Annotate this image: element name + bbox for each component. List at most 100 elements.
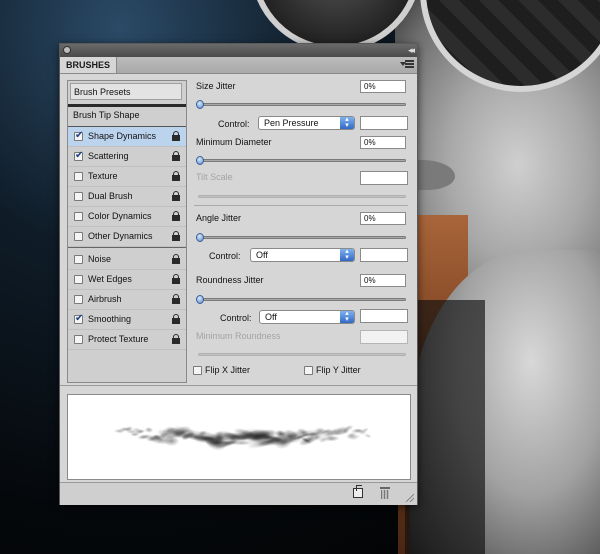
option-checkbox[interactable] (74, 212, 83, 221)
size-control-label: Control: (218, 119, 250, 129)
tilt-scale-slider (198, 195, 406, 198)
option-label: Airbrush (88, 294, 122, 304)
option-checkbox[interactable] (74, 275, 83, 284)
option-checkbox[interactable] (74, 130, 83, 141)
min-diameter-field[interactable]: 0% (360, 136, 406, 149)
slider-knob[interactable] (196, 295, 204, 304)
divider (60, 385, 417, 386)
option-label: Scattering (88, 151, 129, 161)
flip-y-checkbox[interactable] (304, 366, 313, 375)
brush-stroke-preview (67, 394, 411, 480)
min-diameter-label: Minimum Diameter (196, 137, 272, 147)
option-label: Noise (88, 254, 112, 264)
option-checkbox[interactable] (74, 150, 83, 161)
option-checkbox[interactable] (74, 313, 83, 324)
option-label: Shape Dynamics (88, 131, 157, 141)
lock-icon[interactable] (171, 151, 181, 162)
option-label: Protect Texture (88, 334, 149, 344)
lock-icon[interactable] (171, 334, 181, 345)
trash-icon[interactable] (380, 487, 390, 499)
collapse-icon[interactable]: ◂◂ (408, 44, 415, 57)
brushes-panel: ◂◂ BRUSHES Brush Presets Brush Tip Shape… (59, 43, 418, 505)
angle-control-field[interactable] (360, 248, 408, 262)
option-noise[interactable]: Noise (68, 250, 186, 270)
slider-knob[interactable] (196, 233, 204, 242)
angle-control-select[interactable]: Off ▴ ▾ (250, 248, 355, 262)
brush-options-list: Brush Presets Brush Tip Shape Shape Dyna… (67, 80, 187, 383)
brush-presets-button[interactable]: Brush Presets (70, 83, 182, 100)
lock-icon[interactable] (171, 274, 181, 285)
roundness-control-label: Control: (220, 313, 252, 323)
option-airbrush[interactable]: Airbrush (68, 290, 186, 310)
option-label: Texture (88, 171, 118, 181)
close-icon[interactable] (63, 46, 71, 54)
dropdown-arrow-icon: ▴ ▾ (340, 248, 354, 261)
option-checkbox[interactable] (74, 192, 83, 201)
resize-grip-icon[interactable] (406, 494, 414, 502)
divider (68, 104, 186, 107)
angle-jitter-slider[interactable] (196, 233, 406, 242)
brush-tip-shape-item[interactable]: Brush Tip Shape (73, 110, 140, 120)
option-checkbox[interactable] (74, 295, 83, 304)
stroke-preview-graphic (114, 424, 372, 451)
size-jitter-label: Size Jitter (196, 81, 236, 91)
flip-y-label: Flip Y Jitter (316, 365, 361, 375)
angle-jitter-label: Angle Jitter (196, 213, 242, 223)
option-label: Smoothing (88, 314, 132, 324)
lock-icon[interactable] (171, 171, 181, 182)
option-color-dynamics[interactable]: Color Dynamics (68, 207, 186, 227)
lock-icon[interactable] (171, 314, 181, 325)
option-checkbox[interactable] (74, 172, 83, 181)
option-wet-edges[interactable]: Wet Edges (68, 270, 186, 290)
lock-icon[interactable] (171, 231, 181, 242)
lock-icon[interactable] (171, 131, 181, 142)
option-label: Other Dynamics (88, 231, 153, 241)
flip-x-checkbox[interactable] (193, 366, 202, 375)
min-roundness-label: Minimum Roundness (196, 331, 281, 341)
option-protect-texture[interactable]: Protect Texture (68, 330, 186, 350)
new-preset-icon[interactable] (353, 485, 363, 498)
tab-brushes[interactable]: BRUSHES (60, 57, 118, 73)
option-other-dynamics[interactable]: Other Dynamics (68, 227, 186, 247)
slider-knob[interactable] (196, 100, 204, 109)
flip-x-label: Flip X Jitter (205, 365, 251, 375)
option-checkbox[interactable] (74, 232, 83, 241)
lock-icon[interactable] (171, 254, 181, 265)
roundness-jitter-label: Roundness Jitter (196, 275, 264, 285)
min-roundness-slider (198, 353, 406, 356)
min-diameter-slider[interactable] (196, 156, 406, 165)
option-label: Color Dynamics (88, 211, 152, 221)
slider-knob[interactable] (196, 156, 204, 165)
min-roundness-field (360, 330, 408, 344)
tilt-scale-field[interactable] (360, 171, 408, 185)
lock-icon[interactable] (171, 211, 181, 222)
option-texture[interactable]: Texture (68, 167, 186, 187)
option-dual-brush[interactable]: Dual Brush (68, 187, 186, 207)
divider (68, 247, 186, 248)
lock-icon[interactable] (171, 191, 181, 202)
option-scattering[interactable]: Scattering (68, 147, 186, 167)
roundness-control-select[interactable]: Off ▴ ▾ (259, 310, 355, 324)
option-smoothing[interactable]: Smoothing (68, 310, 186, 330)
option-shape-dynamics[interactable]: Shape Dynamics (68, 127, 186, 147)
roundness-jitter-slider[interactable] (196, 295, 406, 304)
option-checkbox[interactable] (74, 335, 83, 344)
divider (194, 205, 408, 206)
roundness-jitter-field[interactable]: 0% (360, 274, 406, 287)
size-control-field[interactable] (360, 116, 408, 130)
panel-titlebar[interactable]: ◂◂ (60, 44, 417, 57)
tilt-scale-label: Tilt Scale (196, 172, 233, 182)
panel-menu-icon[interactable] (400, 59, 414, 70)
option-checkbox[interactable] (74, 255, 83, 264)
size-jitter-slider[interactable] (196, 100, 406, 109)
dropdown-arrow-icon: ▴ ▾ (340, 116, 354, 129)
option-label: Dual Brush (88, 191, 133, 201)
angle-control-value: Off (256, 250, 268, 260)
angle-jitter-field[interactable]: 0% (360, 212, 406, 225)
stroke-dab (144, 426, 154, 433)
roundness-control-value: Off (265, 312, 277, 322)
roundness-control-field[interactable] (360, 309, 408, 323)
lock-icon[interactable] (171, 294, 181, 305)
size-control-select[interactable]: Pen Pressure ▴ ▾ (258, 116, 355, 130)
size-jitter-field[interactable]: 0% (360, 80, 406, 93)
